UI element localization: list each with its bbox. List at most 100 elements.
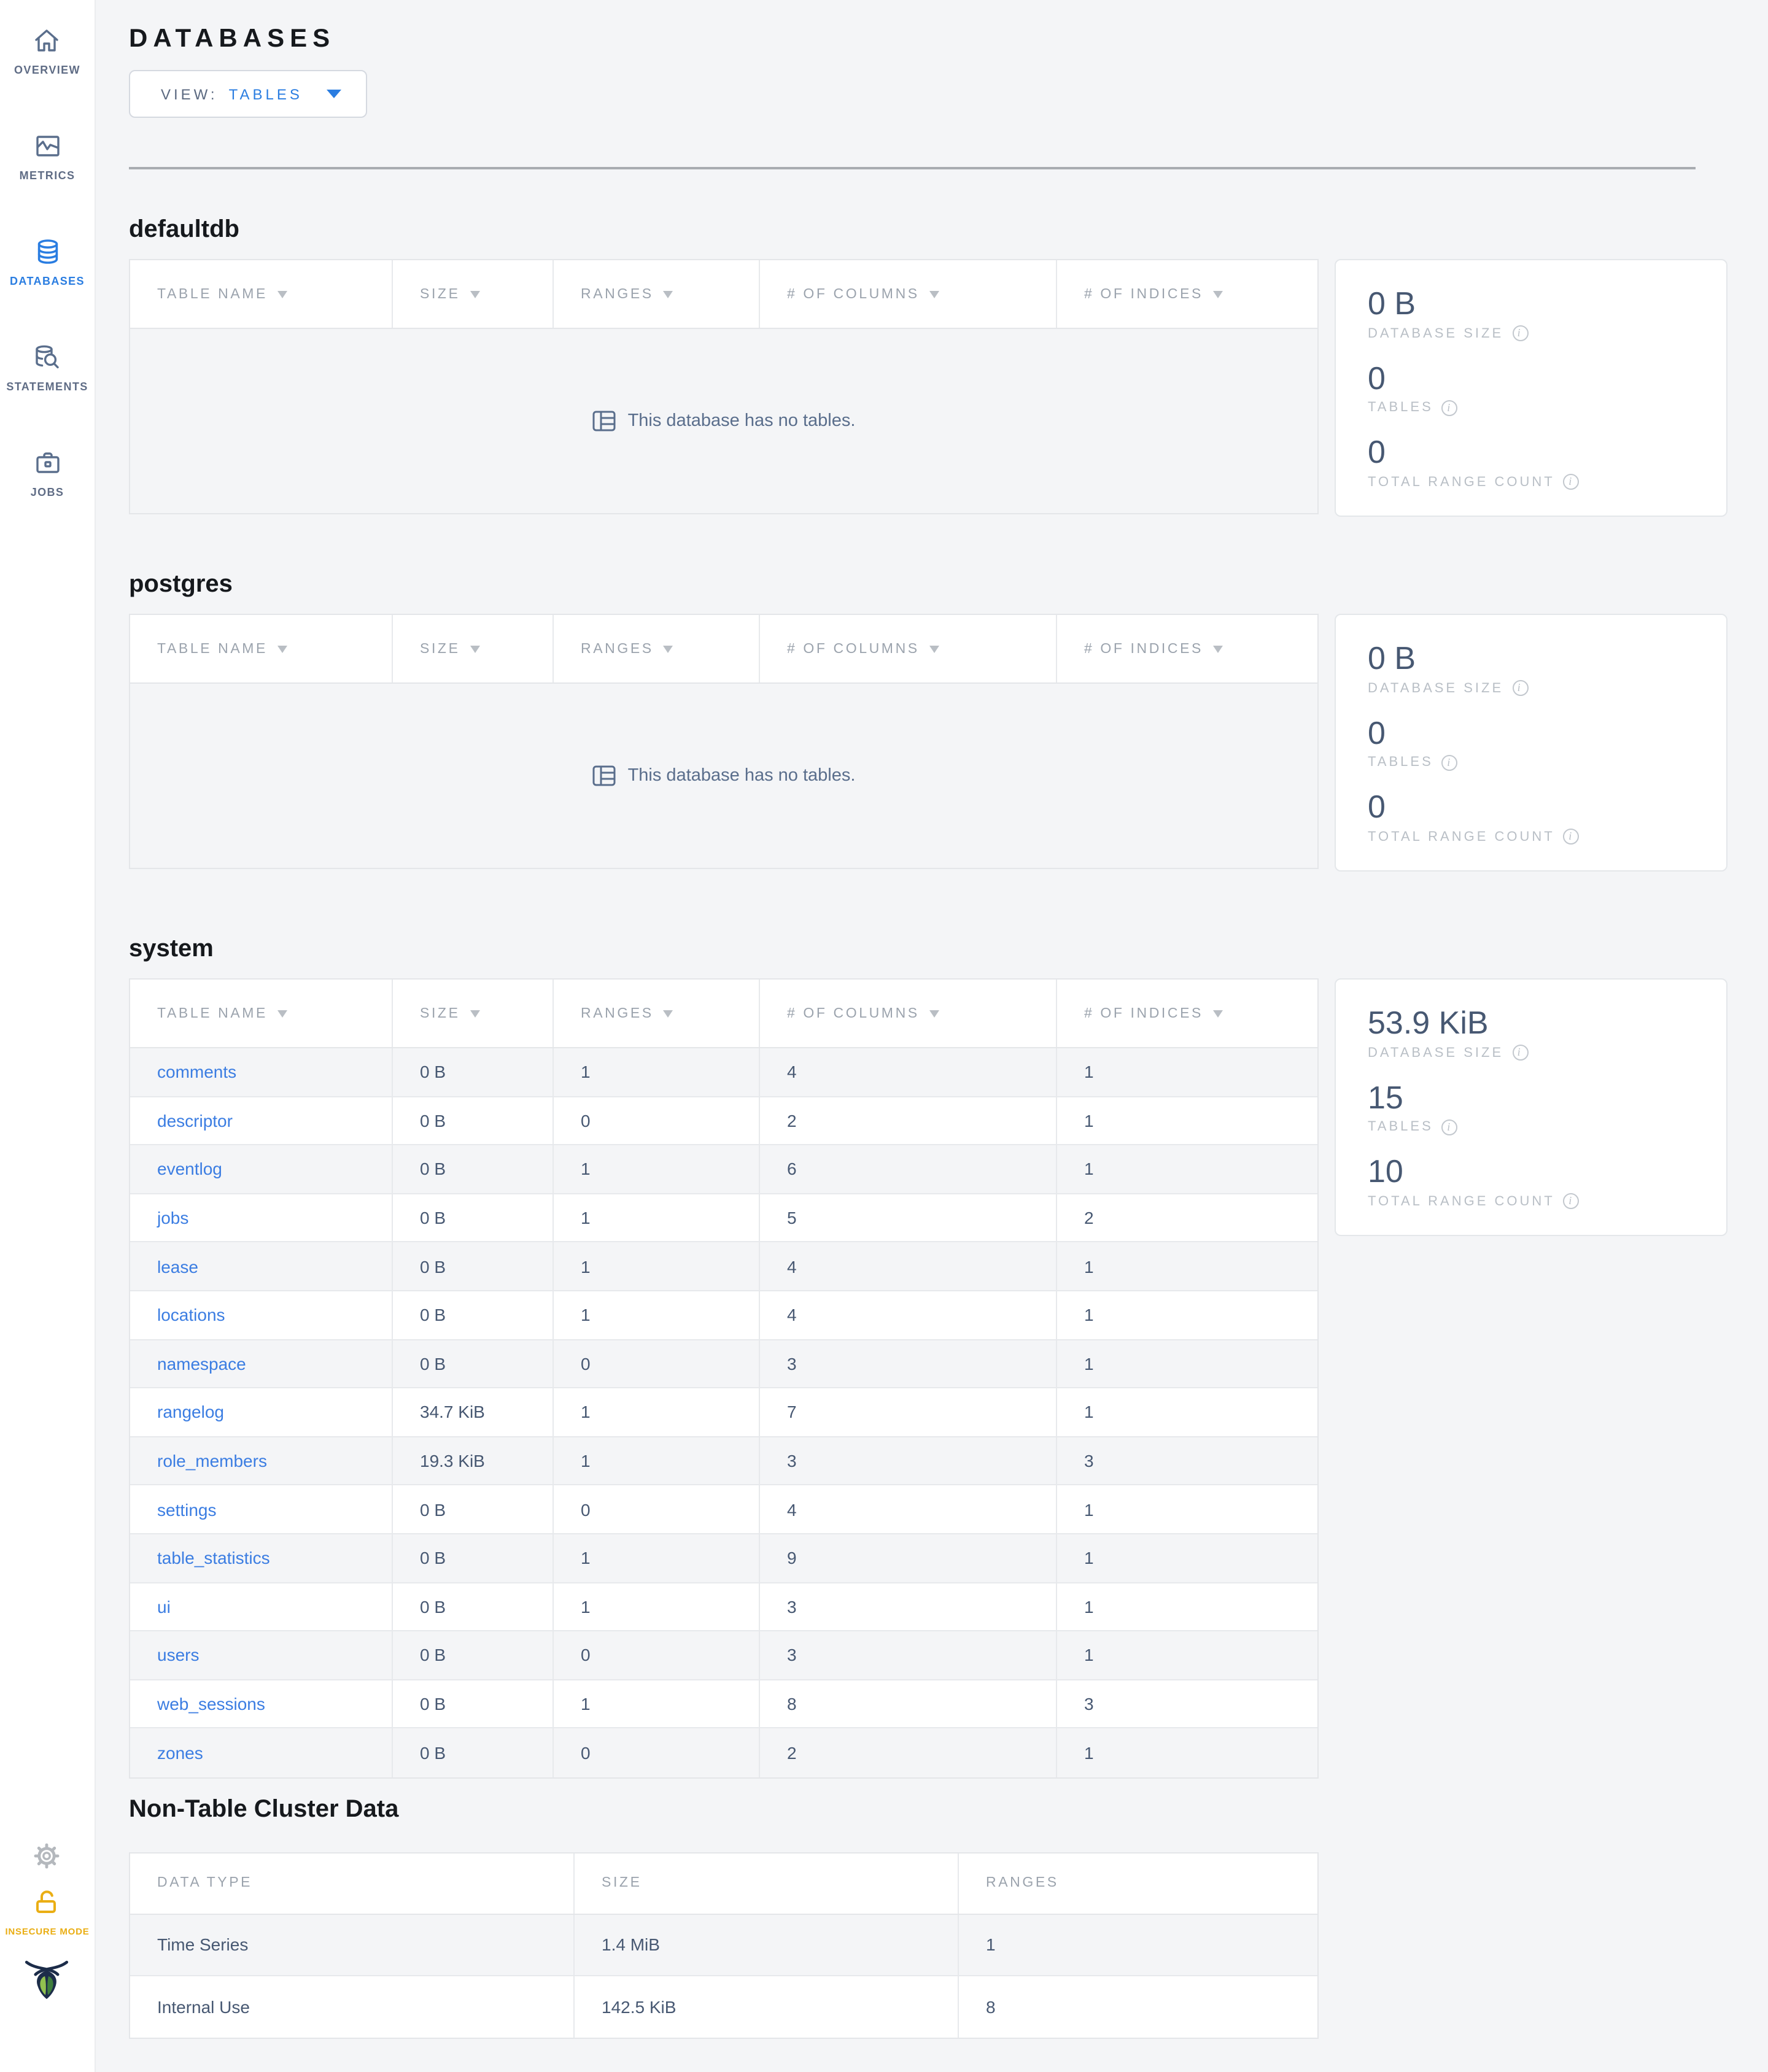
non-table-data-table: DATA TYPE SIZE RANGES Time Series 1.4 Mi… [129,1852,1319,2039]
table-name-link[interactable]: rangelog [157,1402,224,1422]
info-icon[interactable]: i [1512,325,1529,341]
column-header-table-name[interactable]: TABLE NAME [130,980,393,1047]
table-name-link[interactable]: locations [157,1305,225,1325]
table-ranges-cell: 1 [554,1437,760,1485]
column-header-ranges[interactable]: RANGES [554,615,760,682]
column-header-size[interactable]: SIZE [393,260,554,328]
table-row: jobs 0 B 1 5 2 [130,1194,1317,1243]
table-name-link[interactable]: ui [157,1597,171,1617]
table-size-cell: 19.3 KiB [393,1437,554,1485]
table-ranges-cell: 1 [554,1291,760,1339]
sidebar-item-databases[interactable]: DATABASES [10,237,85,287]
info-icon[interactable]: i [1563,1193,1580,1209]
table-size-cell: 0 B [393,1534,554,1582]
sort-arrow-icon [470,645,480,652]
size-cell: 1.4 MiB [575,1914,959,1975]
table-row: comments 0 B 1 4 1 [130,1048,1317,1097]
column-header-size[interactable]: SIZE [393,615,554,682]
table-name-link[interactable]: eventlog [157,1159,222,1179]
column-header-ranges[interactable]: RANGES [554,980,760,1047]
info-icon[interactable]: i [1512,1045,1529,1061]
empty-state: This database has no tables. [130,329,1317,513]
table-name-link[interactable]: lease [157,1256,198,1276]
database-section-system: system TABLE NAME SIZE RANGES # OF COLUM… [129,935,1727,1779]
empty-state: This database has no tables. [130,684,1317,868]
table-name-link[interactable]: namespace [157,1354,246,1374]
table-name-cell: namespace [130,1340,393,1388]
table-grid-icon [592,763,617,788]
column-header-columns[interactable]: # OF COLUMNS [760,260,1057,328]
table-name-link[interactable]: zones [157,1743,203,1763]
table-name-link[interactable]: descriptor [157,1111,233,1131]
table-name-link[interactable]: comments [157,1062,236,1082]
column-header-table-name[interactable]: TABLE NAME [130,615,393,682]
table-name-link[interactable]: jobs [157,1208,188,1227]
table-name-link[interactable]: settings [157,1499,217,1519]
table-indices-cell: 1 [1084,1645,1094,1665]
gear-icon[interactable] [33,1841,62,1871]
table-size-cell: 0 B [393,1485,554,1533]
sidebar-item-overview[interactable]: OVERVIEW [14,26,80,76]
table-columns-cell: 9 [760,1534,1057,1582]
table-ranges-cell: 1 [554,1680,760,1728]
table-name-link[interactable]: role_members [157,1451,267,1471]
table-name-cell: eventlog [130,1145,393,1193]
sort-arrow-icon [663,290,673,298]
column-header-columns[interactable]: # OF COLUMNS [760,615,1057,682]
table-row: settings 0 B 0 4 1 [130,1485,1317,1534]
table-name-link[interactable]: table_statistics [157,1548,270,1568]
sort-arrow-icon [663,645,673,652]
column-header-size[interactable]: SIZE [393,980,554,1047]
table-row: lease 0 B 1 4 1 [130,1242,1317,1291]
statements-icon [33,342,62,372]
info-icon[interactable]: i [1563,829,1580,845]
column-header-indices[interactable]: # OF INDICES [1057,260,1317,328]
column-header-table-name[interactable]: TABLE NAME [130,260,393,328]
sort-arrow-icon [470,1010,480,1017]
table-row: table_statistics 0 B 1 9 1 [130,1534,1317,1583]
info-icon[interactable]: i [1512,680,1529,696]
table-name-cell: locations [130,1291,393,1339]
home-icon [33,26,62,55]
table-name-cell: role_members [130,1437,393,1485]
column-header-indices[interactable]: # OF INDICES [1057,615,1317,682]
table-columns-cell: 4 [760,1291,1057,1339]
column-header-ranges[interactable]: RANGES [554,260,760,328]
table-columns-cell: 2 [760,1728,1057,1777]
insecure-mode-indicator[interactable]: INSECURE MODE [5,1888,89,1937]
sort-arrow-icon [1213,1010,1223,1017]
info-icon[interactable]: i [1441,754,1458,770]
table-size-cell: 0 B [393,1097,554,1145]
empty-state-message: This database has no tables. [627,766,856,786]
info-icon[interactable]: i [1441,400,1458,416]
table-size-cell: 0 B [393,1680,554,1728]
table-name-link[interactable]: users [157,1645,199,1665]
cockroachdb-logo[interactable] [23,1957,72,2001]
table-size-cell: 0 B [393,1728,554,1777]
sidebar: OVERVIEW METRICS DATABASES STATEMENTS JO… [0,0,96,2072]
sidebar-item-statements[interactable]: STATEMENTS [6,342,88,393]
table-row: Internal Use 142.5 KiB 8 [130,1976,1317,2038]
table-name-cell: lease [130,1242,393,1290]
table-columns-cell: 3 [760,1631,1057,1679]
sidebar-item-metrics[interactable]: METRICS [20,131,76,182]
sort-arrow-icon [470,290,480,298]
tables-table: TABLE NAME SIZE RANGES # OF COLUMNS # OF… [129,978,1319,1779]
column-header-columns[interactable]: # OF COLUMNS [760,980,1057,1047]
range-count-label: TOTAL RANGE COUNT i [1368,1193,1694,1209]
sidebar-item-label: JOBS [30,486,64,498]
sidebar-item-jobs[interactable]: JOBS [31,448,64,498]
table-name-cell: table_statistics [130,1534,393,1582]
table-ranges-cell: 1 [554,1194,760,1242]
table-size-cell: 0 B [393,1145,554,1193]
tables-count-label: TABLES i [1368,754,1694,770]
info-icon[interactable]: i [1563,474,1580,490]
sort-arrow-icon [929,290,939,298]
table-indices-cell: 1 [1084,1499,1094,1520]
table-name-link[interactable]: web_sessions [157,1694,265,1714]
view-dropdown[interactable]: VIEW: TABLES [129,70,367,118]
info-icon[interactable]: i [1441,1119,1458,1135]
column-header-indices[interactable]: # OF INDICES [1057,980,1317,1047]
tables-count-label: TABLES i [1368,400,1694,416]
header-divider [129,167,1696,169]
